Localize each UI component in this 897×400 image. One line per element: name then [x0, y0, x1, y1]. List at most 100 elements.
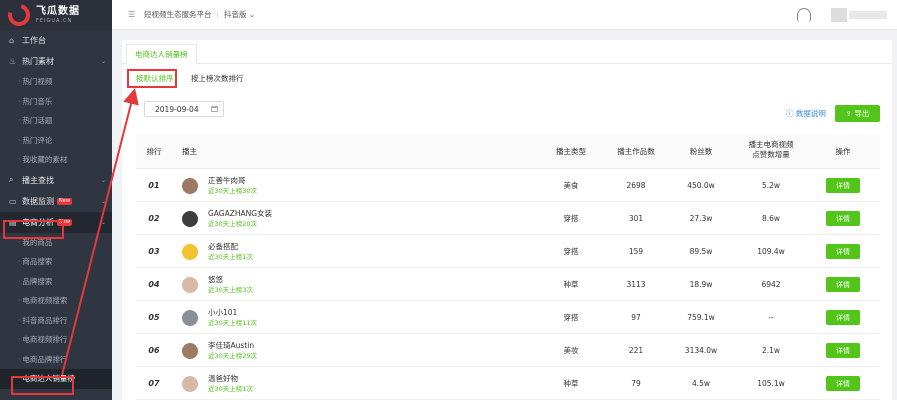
action-cell: 详情: [806, 268, 880, 301]
sidebar-menu: ⌂ 工作台 ♨ 热门素材 ⌄ 热门视频热门音乐热门话题热门评论我收藏的素材 ⌕ 播主查找 ⌄ ▭ 数…: [0, 30, 112, 389]
rank-cell: 02: [148, 214, 160, 223]
works-cell: 2698: [626, 181, 646, 190]
avatar[interactable]: [182, 375, 198, 392]
rank-streak: 近30天上榜1次: [208, 252, 253, 261]
avatar[interactable]: [182, 342, 198, 359]
column-header: 操作: [835, 147, 851, 156]
anchor-cell[interactable]: 正善牛肉哥 近30天上榜30次: [182, 169, 382, 202]
sidebar-item-top[interactable]: ▭ 数据监测 New ⌄: [0, 191, 112, 212]
sidebar-subitem[interactable]: 电商视频搜索: [0, 291, 112, 311]
avatar[interactable]: [831, 8, 847, 22]
table-header: 排行 播主 播主类型 播主作品数 粉丝数 播主电商视频 点赞数增量 操作: [136, 135, 880, 169]
tab-sales-rank[interactable]: 电商达人销量榜: [126, 44, 197, 65]
anchor-info: 悠悠 近30天上榜3次: [208, 275, 253, 295]
sidebar-subitem[interactable]: 品牌搜索: [0, 272, 112, 292]
avatar[interactable]: [182, 210, 198, 227]
highlight-box-selected: [11, 376, 74, 395]
sidebar-item-label: 数据监测: [22, 196, 54, 206]
sidebar-subitem[interactable]: 热门话题: [0, 111, 112, 131]
rank-cell: 07: [148, 379, 160, 388]
anchor-info: 温爸好物 近30天上榜1次: [208, 374, 253, 394]
subtab-count-sort[interactable]: 按上榜次数排行: [191, 73, 244, 84]
works-cell: 3113: [626, 280, 646, 289]
column-header: 播主: [182, 147, 197, 156]
likes-cell: 8.6w: [761, 214, 781, 223]
detail-button[interactable]: 详情: [826, 376, 860, 391]
headset-icon[interactable]: [797, 8, 811, 22]
sidebar-subitem[interactable]: 热门评论: [0, 131, 112, 151]
anchor-cell[interactable]: 小小101 近30天上榜11次: [182, 301, 382, 334]
sidebar-item-top[interactable]: ♨ 热门素材 ⌄: [0, 51, 112, 72]
anchor-name[interactable]: 悠悠: [208, 275, 253, 285]
sidebar-subitem[interactable]: 我收藏的素材: [0, 150, 112, 170]
user-name-blurred[interactable]: [849, 11, 887, 19]
anchor-name[interactable]: 温爸好物: [208, 374, 253, 384]
breadcrumb-platform[interactable]: 短视频生态服务平台: [144, 10, 212, 19]
anchor-cell[interactable]: 悠悠 近30天上榜3次: [182, 268, 382, 301]
rank-streak: 近30天上榜20次: [208, 219, 258, 228]
detail-button[interactable]: 详情: [826, 244, 860, 259]
sidebar-subitem[interactable]: 商品搜索: [0, 252, 112, 272]
anchor-name[interactable]: 正善牛肉哥: [208, 176, 257, 186]
breadcrumb-version[interactable]: 抖音版: [224, 10, 247, 19]
detail-button[interactable]: 详情: [826, 178, 860, 193]
works-cell: 221: [628, 346, 644, 355]
help-label: 数据说明: [795, 109, 826, 118]
rank-cell: 04: [148, 280, 160, 289]
table-row: 06 李佳琦Austin 近30天上榜29次 美妆 221 3134.0w 2.1w 详情: [136, 334, 880, 367]
chevron-down-icon: ⌄: [100, 197, 106, 205]
sidebar-subitem[interactable]: 电商视频排行: [0, 330, 112, 350]
likes-cell: 5.2w: [761, 181, 781, 190]
sidebar-subitem-label: 热门视频: [22, 77, 53, 87]
sidebar-subitem[interactable]: 热门视频: [0, 72, 112, 92]
detail-button[interactable]: 详情: [826, 310, 860, 325]
rank-streak: 近30天上榜3次: [208, 285, 253, 294]
sidebar-item-label: 工作台: [22, 36, 46, 45]
ranking-table: 排行 播主 播主类型 播主作品数 粉丝数 播主电商视频 点赞数增量 操作 01 正善牛肉哥 近3…: [136, 135, 880, 400]
logo[interactable]: 飞瓜数据 FEIGUA.CN: [0, 0, 112, 31]
type-cell: 种草: [563, 379, 579, 388]
avatar[interactable]: [182, 177, 198, 194]
highlight-box-menu: [3, 220, 64, 239]
anchor-cell[interactable]: 必备搭配 近30天上榜1次: [182, 235, 382, 268]
detail-button[interactable]: 详情: [826, 343, 860, 358]
anchor-name[interactable]: 必备搭配: [208, 242, 253, 252]
anchor-cell[interactable]: 温爸好物 近30天上榜1次: [182, 367, 382, 400]
table-row: 02 GAGAZHANG女装 近30天上榜20次 穿搭 301 27.3w 8.6w 详情: [136, 202, 880, 235]
sidebar-subitem[interactable]: 热门音乐: [0, 92, 112, 112]
anchor-name[interactable]: 李佳琦Austin: [208, 341, 257, 351]
table-row: 07 温爸好物 近30天上榜1次 种草 79 4.5w 105.1w 详情: [136, 367, 880, 400]
date-picker[interactable]: 2019-09-04: [144, 101, 224, 117]
flame-icon: ♨: [9, 57, 17, 66]
highlight-box-subtab: [127, 69, 177, 88]
sidebar-subitem-label: 热门评论: [22, 135, 53, 145]
menu-toggle-icon[interactable]: ☰: [128, 10, 138, 19]
anchor-cell[interactable]: GAGAZHANG女装 近30天上榜20次: [182, 202, 382, 235]
export-icon: ⇪: [845, 109, 852, 118]
type-cell: 穿搭: [563, 313, 579, 322]
sidebar-subitem[interactable]: 电商品牌排行: [0, 350, 112, 370]
avatar[interactable]: [182, 276, 198, 293]
avatar[interactable]: [182, 309, 198, 326]
top-header: ☰ 短视频生态服务平台 | 抖音版 ⌄: [112, 0, 897, 30]
avatar[interactable]: [182, 243, 198, 260]
sidebar-item-top[interactable]: ⌂ 工作台: [0, 30, 112, 51]
sort-subtabs: 按默认排序 按上榜次数排行: [122, 70, 892, 90]
sidebar-item-label: 播主查找: [22, 175, 54, 185]
detail-button[interactable]: 详情: [826, 211, 860, 226]
detail-button[interactable]: 详情: [826, 277, 860, 292]
column-header: 排行: [146, 147, 162, 156]
data-help-link[interactable]: ⓘ 数据说明: [786, 108, 826, 119]
sidebar-subitem[interactable]: 抖音商品排行: [0, 311, 112, 331]
chevron-down-icon[interactable]: ⌄: [249, 10, 255, 19]
rank-streak: 近30天上榜1次: [208, 384, 253, 393]
anchor-name[interactable]: GAGAZHANG女装: [208, 209, 272, 219]
table-row: 04 悠悠 近30天上榜3次 种草 3113 18.9w 6942 详情: [136, 268, 880, 301]
export-button[interactable]: ⇪ 导出: [835, 105, 880, 122]
sidebar-subitem-label: 商品搜索: [22, 257, 53, 267]
anchor-name[interactable]: 小小101: [208, 308, 257, 318]
type-cell: 穿搭: [563, 214, 579, 223]
sidebar-item-top[interactable]: ⌕ 播主查找 ⌄: [0, 170, 112, 191]
anchor-cell[interactable]: 李佳琦Austin 近30天上榜29次: [182, 334, 382, 367]
rank-cell: 06: [148, 346, 160, 355]
